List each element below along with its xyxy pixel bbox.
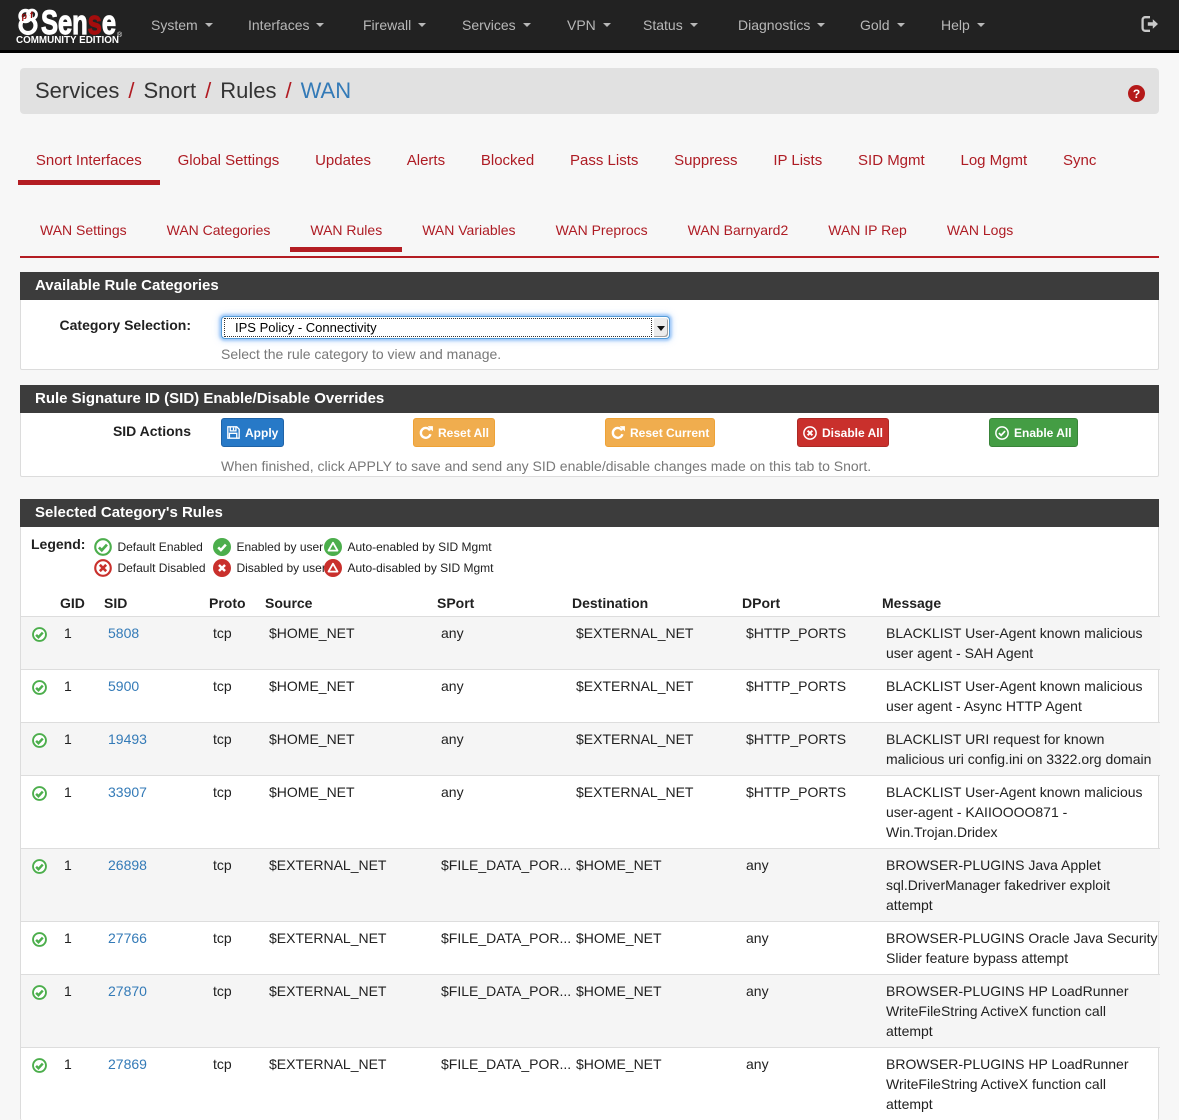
svg-text:?: ? [1133,87,1140,101]
svg-text:COMMUNITY EDITION: COMMUNITY EDITION [16,35,119,46]
svg-text:p: p [22,11,28,21]
